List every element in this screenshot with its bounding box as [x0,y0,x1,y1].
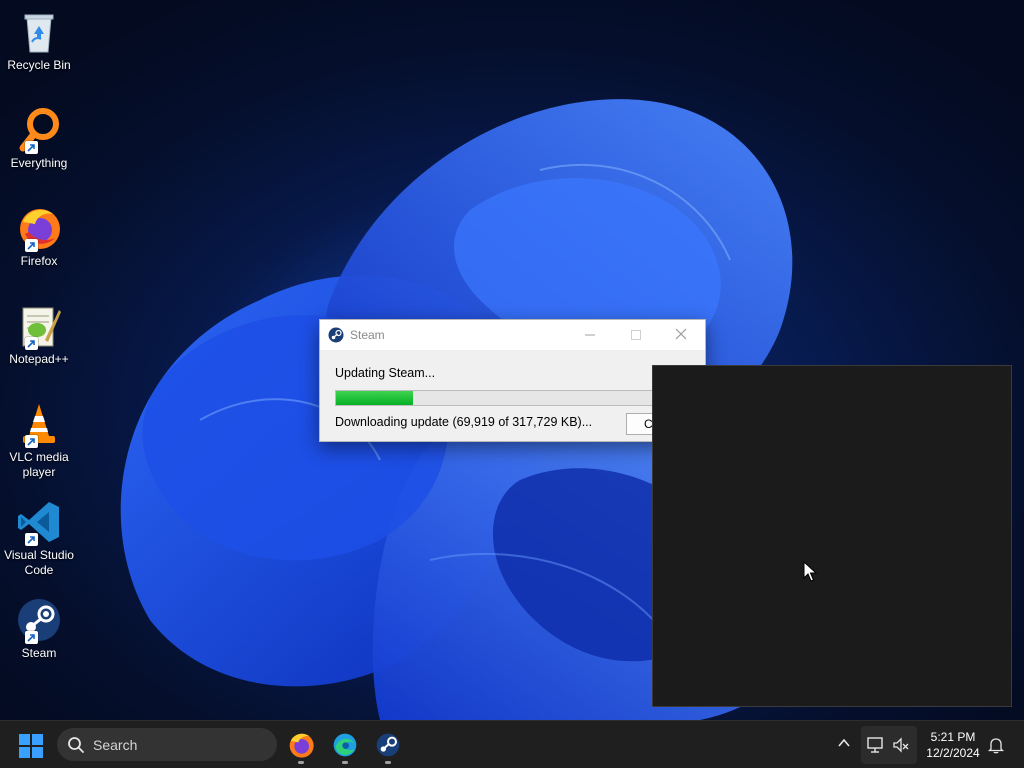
shortcut-arrow-icon [25,239,38,252]
desktop-icon-label: Visual Studio Code [4,548,74,577]
desktop-icon-label: Notepad++ [9,352,69,366]
desktop-icon-firefox[interactable]: Firefox [2,204,76,269]
taskbar-app-edge[interactable] [329,729,361,764]
desktop-icon-vlc[interactable]: VLC media player [2,400,76,480]
desktop-icon-label: Everything [10,156,68,170]
shortcut-arrow-icon [25,337,38,350]
taskbar-search-box[interactable]: Search [57,728,277,761]
vscode-icon [15,498,63,546]
dialog-titlebar[interactable]: Steam [320,320,705,350]
desktop-icon-vscode[interactable]: Visual Studio Code [2,498,76,578]
clock-date: 12/2/2024 [926,746,980,760]
close-icon [675,328,687,340]
desktop-icon-steam[interactable]: Steam [2,596,76,661]
download-progress-text: Downloading update (69,919 of 317,729 KB… [335,415,593,429]
edge-icon [333,733,357,757]
windows-start-icon[interactable] [18,733,44,759]
desktop-icon-label: Recycle Bin [7,58,71,72]
desktop-icon-everything[interactable]: Everything [2,106,76,171]
shortcut-arrow-icon [25,141,38,154]
search-placeholder: Search [93,737,138,753]
mouse-cursor-icon [803,561,817,582]
desktop: Recycle Bin Everything Firefox Notepad++… [0,0,1024,720]
update-status-label: Updating Steam... [335,366,436,380]
shortcut-arrow-icon [25,631,38,644]
desktop-icon-label: VLC media player [9,450,69,479]
running-indicator [385,761,391,764]
maximize-icon [631,330,641,340]
desktop-icon-notepadpp[interactable]: Notepad++ [2,302,76,367]
network-icon [867,737,883,753]
close-button[interactable] [658,320,704,350]
download-progress-bar [335,390,687,406]
system-tray-group[interactable] [861,726,917,764]
taskbar-app-steam[interactable] [372,729,404,764]
download-progress-fill [336,391,414,405]
taskbar-app-firefox[interactable] [285,729,317,764]
recycle-bin-icon [15,8,63,56]
dialog-body: Updating Steam... Downloading update (69… [320,350,705,441]
volume-muted-icon [893,737,909,753]
desktop-icon-label: Steam [21,646,57,660]
clock-time: 5:21 PM [930,730,976,744]
steam-icon [15,596,63,644]
desktop-icon-label: Firefox [20,254,58,268]
magnifier-icon [15,106,63,154]
shortcut-arrow-icon [25,533,38,546]
steam-icon [376,733,400,757]
search-icon [68,737,84,753]
taskbar: Search 5:21 PM 12/2/2024 [0,720,1024,768]
steam-icon [328,327,344,343]
dialog-title: Steam [350,328,385,342]
minimize-icon [585,334,595,336]
taskbar-clock[interactable]: 5:21 PM 12/2/2024 [920,729,986,761]
steam-update-dialog[interactable]: Steam Updating Steam... Downloading upda… [319,319,706,442]
minimize-button[interactable] [567,320,613,350]
blank-window[interactable] [652,365,1012,707]
notepadpp-icon [15,302,63,350]
shortcut-arrow-icon [25,435,38,448]
maximize-button[interactable] [613,320,659,350]
running-indicator [342,761,348,764]
running-indicator [298,761,304,764]
desktop-icon-recycle-bin[interactable]: Recycle Bin [2,8,76,73]
chevron-up-icon[interactable] [836,735,852,751]
firefox-icon [289,733,314,758]
vlc-cone-icon [15,400,63,448]
firefox-icon [15,204,63,252]
notification-bell-icon[interactable] [988,736,1004,754]
